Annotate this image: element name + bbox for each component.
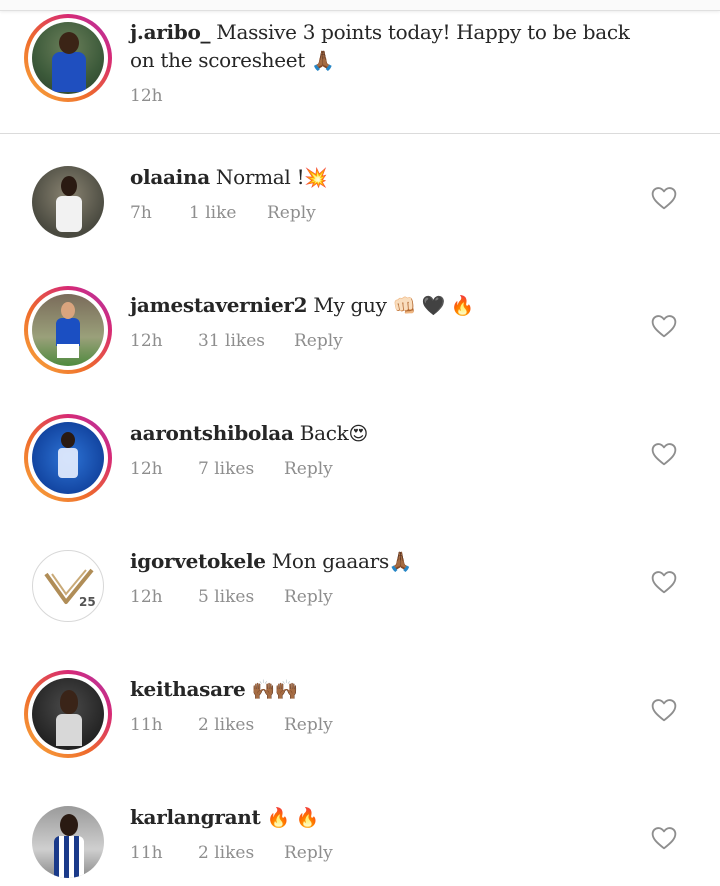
heart-outline-icon[interactable]: [651, 442, 677, 466]
commenter-avatar[interactable]: [24, 798, 112, 886]
logo-v25-icon: [43, 568, 94, 604]
comment-likes[interactable]: 1 like: [189, 203, 236, 223]
comment-text: karlangrant 🔥 🔥: [130, 803, 319, 832]
commenter-avatar[interactable]: [24, 286, 112, 374]
commenter-avatar[interactable]: [24, 670, 112, 758]
comment-username[interactable]: jamestavernier2: [130, 293, 308, 317]
comment-emoji: 🙏🏾: [388, 551, 413, 573]
heart-outline-icon[interactable]: [651, 698, 677, 722]
comment-emoji: 🙌🏾🙌🏾: [251, 679, 299, 701]
heart-outline-icon[interactable]: [651, 314, 677, 338]
comment-likes[interactable]: 2 likes: [198, 715, 254, 735]
caption-emoji: 🙏🏾: [311, 50, 335, 72]
reply-button[interactable]: Reply: [284, 587, 333, 607]
comment-text: aarontshibolaa Back😍: [130, 419, 368, 448]
comment-body: Back: [299, 421, 349, 445]
comment-text: igorvetokele Mon gaaars🙏🏾: [130, 547, 413, 576]
comment-likes[interactable]: 2 likes: [198, 843, 254, 863]
reply-button[interactable]: Reply: [284, 459, 333, 479]
heart-outline-icon[interactable]: [651, 186, 677, 210]
caption-username[interactable]: j.aribo_: [130, 20, 211, 44]
comment-time: 11h: [130, 715, 163, 735]
comment-time: 7h: [130, 203, 152, 223]
commenter-avatar[interactable]: [24, 414, 112, 502]
comment-emoji: 😍: [348, 423, 368, 445]
reply-button[interactable]: Reply: [284, 715, 333, 735]
comment-time: 12h: [130, 331, 163, 351]
reply-button[interactable]: Reply: [267, 203, 316, 223]
comment-emoji: 👊🏻 🖤 🔥: [392, 295, 475, 317]
comment-emoji: 🔥 🔥: [266, 807, 319, 829]
comment-time: 11h: [130, 843, 163, 863]
caption-text: j.aribo_ Massive 3 points today! Happy t…: [130, 18, 640, 75]
caption-avatar[interactable]: [24, 14, 112, 102]
comment-username[interactable]: keithasare: [130, 677, 246, 701]
comment-text: olaaina Normal !💥: [130, 163, 328, 192]
comment-username[interactable]: igorvetokele: [130, 549, 266, 573]
commenter-avatar[interactable]: [24, 158, 112, 246]
comment-text: jamestavernier2 My guy 👊🏻 🖤 🔥: [130, 291, 475, 320]
comment-username[interactable]: karlangrant: [130, 805, 261, 829]
comment-time: 12h: [130, 587, 163, 607]
comment-likes[interactable]: 31 likes: [198, 331, 265, 351]
comment-username[interactable]: aarontshibolaa: [130, 421, 294, 445]
comment-body: Normal !: [215, 165, 305, 189]
comment-body: Mon gaaars: [271, 549, 389, 573]
post-caption: j.aribo_ Massive 3 points today! Happy t…: [0, 0, 720, 134]
heart-outline-icon[interactable]: [651, 826, 677, 850]
comment-likes[interactable]: 5 likes: [198, 587, 254, 607]
comment-time: 12h: [130, 459, 163, 479]
comment-likes[interactable]: 7 likes: [198, 459, 254, 479]
comment-emoji: 💥: [304, 167, 328, 189]
comment-text: keithasare 🙌🏾🙌🏾: [130, 675, 298, 704]
reply-button[interactable]: Reply: [294, 331, 343, 351]
avatar-badge-text: 25: [79, 595, 96, 609]
comment-username[interactable]: olaaina: [130, 165, 210, 189]
heart-outline-icon[interactable]: [651, 570, 677, 594]
reply-button[interactable]: Reply: [284, 843, 333, 863]
commenter-avatar[interactable]: 25: [24, 542, 112, 630]
comment-body: My guy: [313, 293, 387, 317]
caption-time: 12h: [130, 86, 163, 106]
